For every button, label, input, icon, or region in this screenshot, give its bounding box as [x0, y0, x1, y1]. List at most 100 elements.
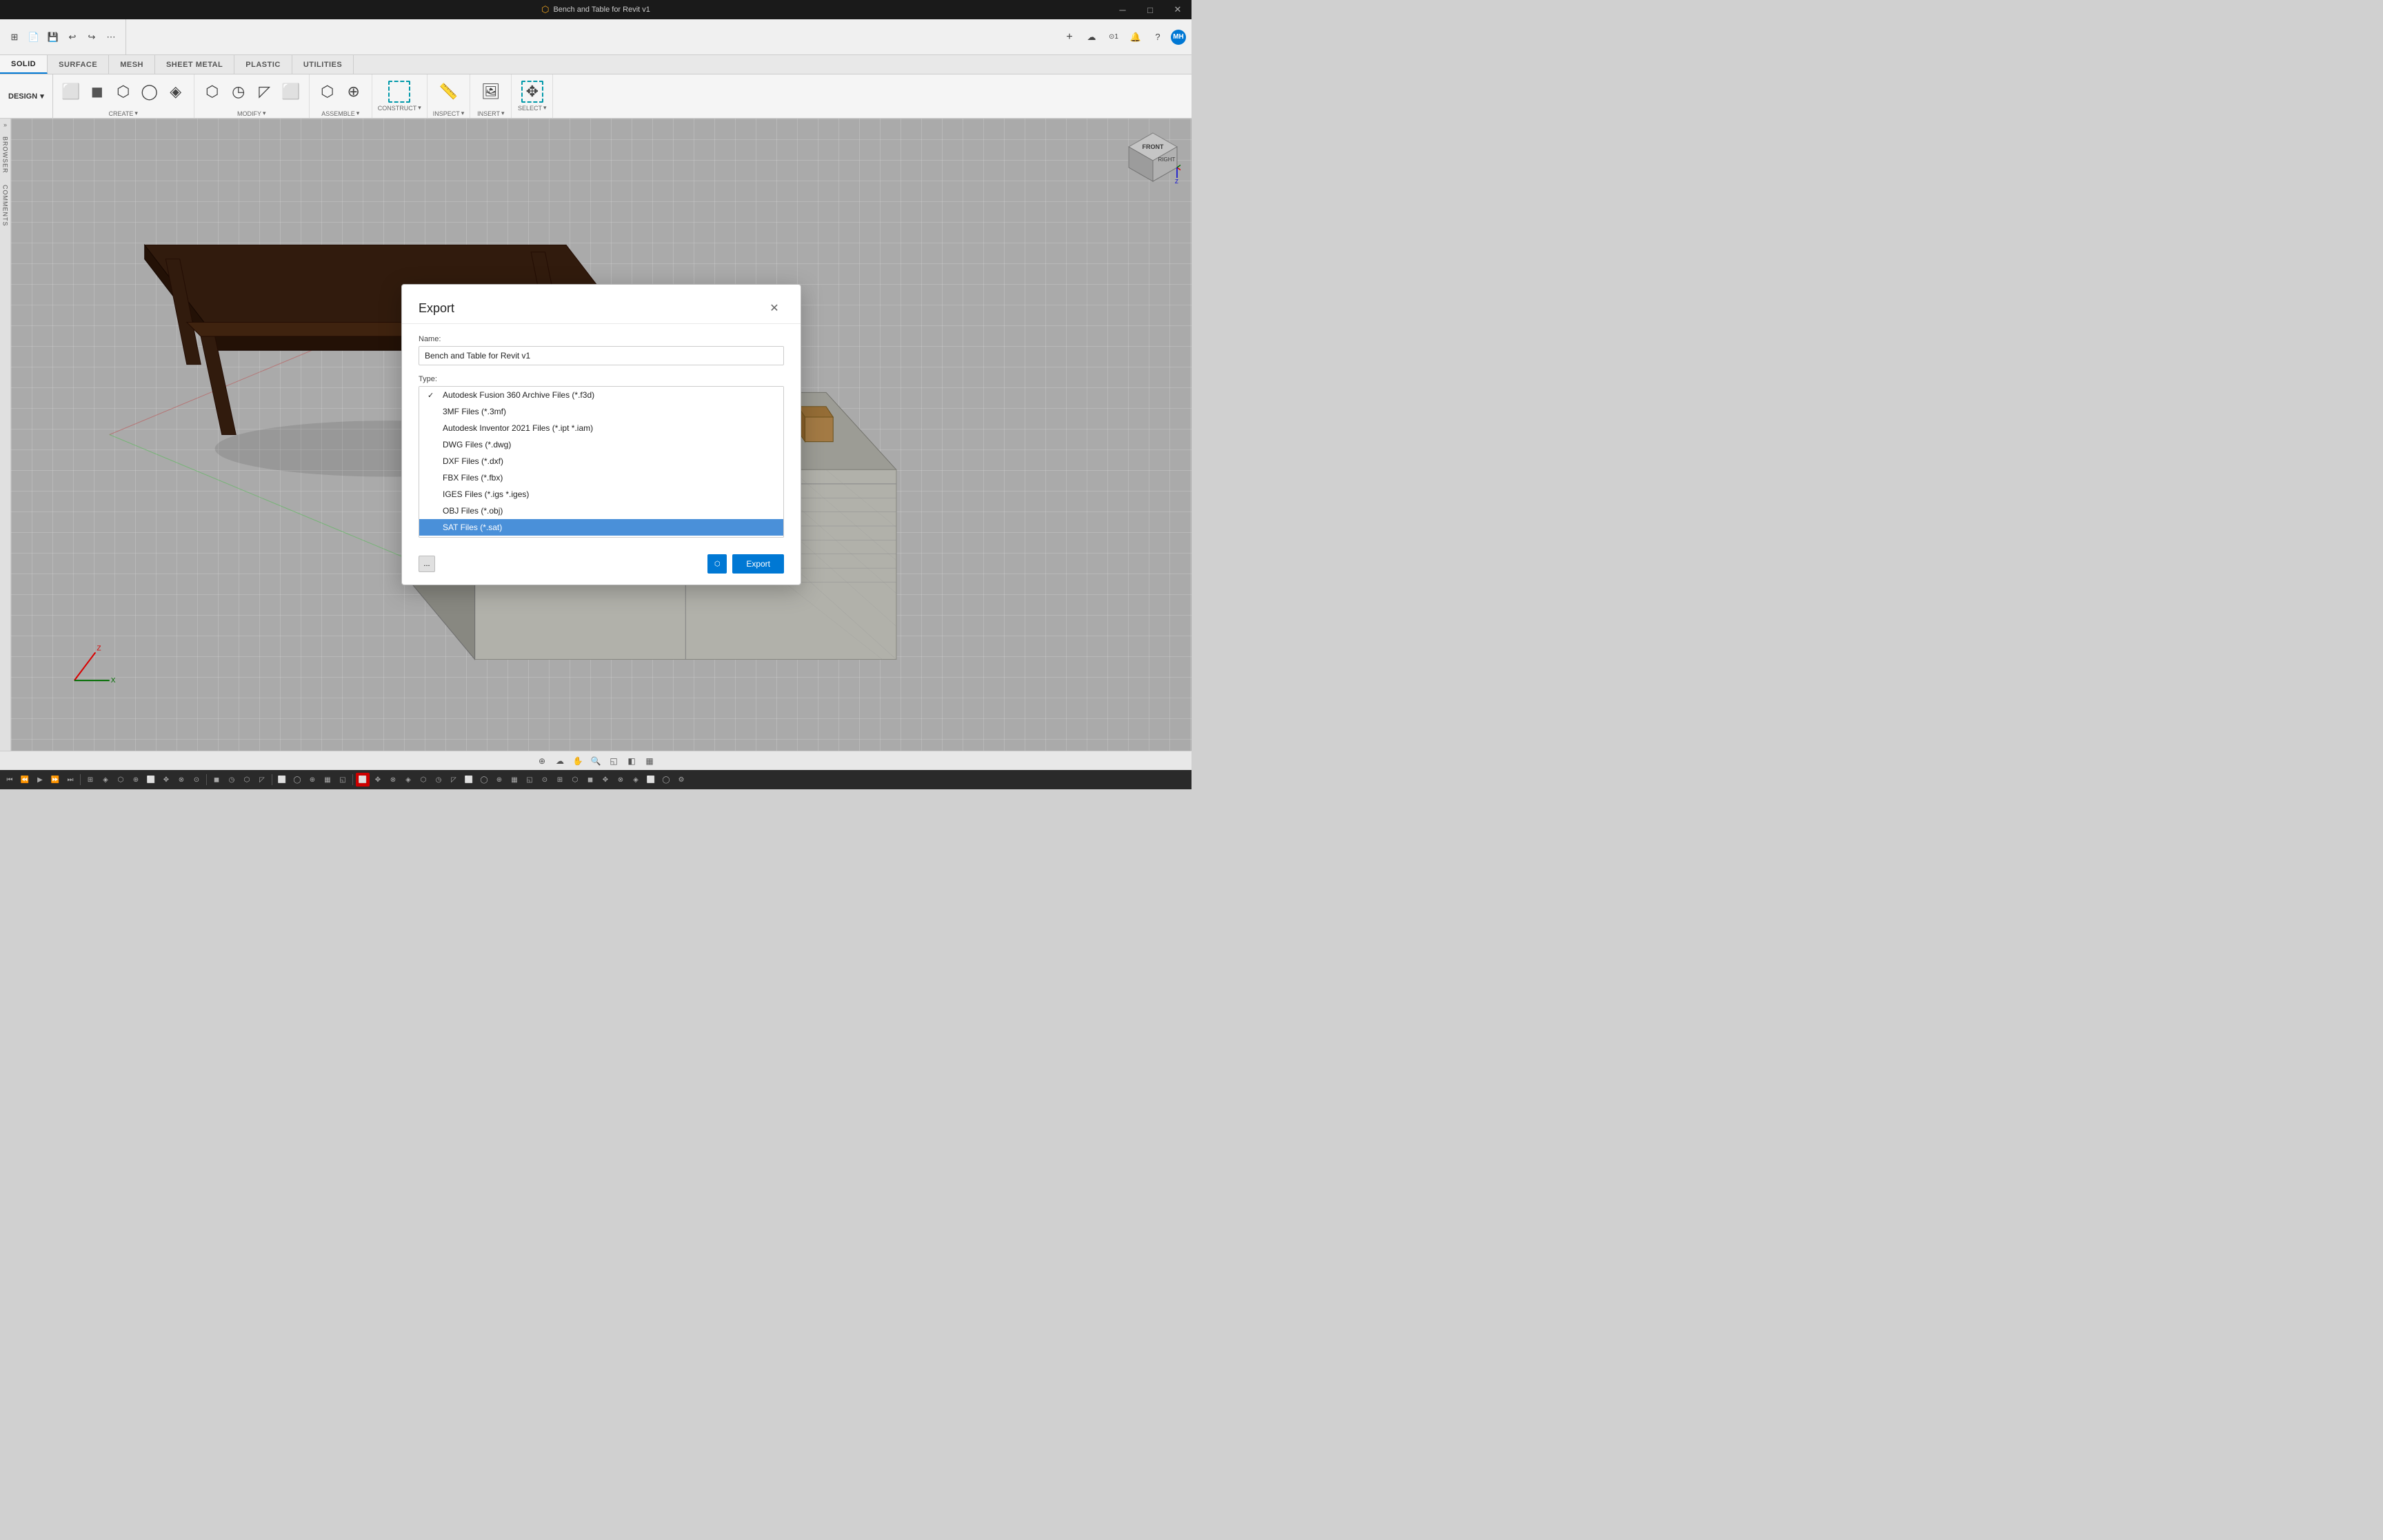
tab-utilities[interactable]: UTILITIES: [292, 55, 354, 74]
fillet-tool[interactable]: ◷: [226, 75, 251, 108]
cloud-button[interactable]: ☁: [1083, 28, 1100, 46]
sweep-tool[interactable]: ◯: [137, 75, 162, 108]
bt-icon-10[interactable]: ◷: [225, 773, 239, 787]
bt-icon-32[interactable]: ◼: [583, 773, 597, 787]
measure-tool[interactable]: 📏: [436, 75, 461, 108]
shell-tool[interactable]: ⬜: [279, 75, 303, 108]
tab-mesh[interactable]: MESH: [109, 55, 155, 74]
bt-icon-20[interactable]: ◈: [401, 773, 415, 787]
design-dropdown[interactable]: DESIGN ▾: [0, 74, 53, 118]
more-button[interactable]: ⋯: [102, 28, 120, 46]
bt-icon-36[interactable]: ⬜: [644, 773, 658, 787]
dialog-close-button[interactable]: ✕: [765, 298, 784, 318]
split-icon[interactable]: ◧: [624, 753, 639, 769]
bt-icon-33[interactable]: ✥: [599, 773, 612, 787]
revolve-tool[interactable]: ⬡: [111, 75, 136, 108]
tab-plastic[interactable]: PLASTIC: [234, 55, 292, 74]
bt-icon-2[interactable]: ◈: [99, 773, 112, 787]
bt-icon-16[interactable]: ▦: [321, 773, 334, 787]
bt-icon-21[interactable]: ⬡: [416, 773, 430, 787]
dropdown-item-7[interactable]: OBJ Files (*.obj): [419, 503, 783, 519]
maximize-button[interactable]: □: [1136, 0, 1164, 19]
user-avatar[interactable]: MH: [1171, 30, 1186, 45]
dropdown-item-1[interactable]: 3MF Files (*.3mf): [419, 403, 783, 420]
bt-icon-13[interactable]: ⬜: [275, 773, 289, 787]
timeline-prev-btn[interactable]: ⏪: [18, 773, 32, 787]
bt-icon-1[interactable]: ⊞: [83, 773, 97, 787]
add-tab-button[interactable]: +: [1060, 28, 1078, 46]
pan-icon[interactable]: ✋: [570, 753, 585, 769]
bt-icon-25[interactable]: ◯: [477, 773, 491, 787]
bt-icon-17[interactable]: ◱: [336, 773, 350, 787]
snap-icon[interactable]: ⊕: [534, 753, 550, 769]
dropdown-item-4[interactable]: DXF Files (*.dxf): [419, 453, 783, 469]
bt-icon-31[interactable]: ⬡: [568, 773, 582, 787]
notifications-button[interactable]: 🔔: [1127, 28, 1145, 46]
bt-icon-9[interactable]: ◼: [210, 773, 223, 787]
tab-surface[interactable]: SURFACE: [48, 55, 109, 74]
zoom-icon[interactable]: 🔍: [588, 753, 603, 769]
bt-icon-active[interactable]: ⬜: [356, 773, 370, 787]
insert-tool[interactable]: 🖼: [479, 75, 503, 108]
press-pull-tool[interactable]: ⬡: [200, 75, 225, 108]
bt-icon-11[interactable]: ⬡: [240, 773, 254, 787]
dropdown-item-6[interactable]: IGES Files (*.igs *.iges): [419, 486, 783, 503]
save-button[interactable]: 💾: [44, 28, 62, 46]
dropdown-item-9[interactable]: SketchUp Files (*.skp): [419, 536, 783, 538]
dropdown-item-0[interactable]: ✓ Autodesk Fusion 360 Archive Files (*.f…: [419, 387, 783, 403]
bt-icon-26[interactable]: ⊕: [492, 773, 506, 787]
cloud-save-icon[interactable]: ☁: [552, 753, 567, 769]
select-tool[interactable]: ✥: [521, 81, 543, 103]
bt-icon-19[interactable]: ⊗: [386, 773, 400, 787]
motion-link-tool[interactable]: ⊕: [341, 75, 366, 108]
bt-icon-12[interactable]: ◸: [255, 773, 269, 787]
timeline-next-btn[interactable]: ⏩: [48, 773, 62, 787]
user-count-button[interactable]: ⊙1: [1105, 28, 1123, 46]
bt-icon-24[interactable]: ⬜: [462, 773, 476, 787]
bt-icon-37[interactable]: ◯: [659, 773, 673, 787]
bt-icon-34[interactable]: ⊗: [614, 773, 627, 787]
export-button[interactable]: Export: [732, 554, 784, 574]
minimize-button[interactable]: ─: [1109, 0, 1136, 19]
dropdown-item-2[interactable]: Autodesk Inventor 2021 Files (*.ipt *.ia…: [419, 420, 783, 436]
plane-tool[interactable]: [388, 81, 410, 103]
name-input[interactable]: [419, 346, 784, 365]
tab-sheet-metal[interactable]: SHEET METAL: [155, 55, 234, 74]
bt-icon-6[interactable]: ✥: [159, 773, 173, 787]
new-component-tool[interactable]: ⬜: [59, 75, 83, 108]
bt-icon-28[interactable]: ◱: [523, 773, 536, 787]
help-button[interactable]: ?: [1149, 28, 1167, 46]
file-button[interactable]: 📄: [25, 28, 43, 46]
bt-icon-35[interactable]: ◈: [629, 773, 643, 787]
loft-tool[interactable]: ◈: [163, 75, 188, 108]
bt-icon-22[interactable]: ◷: [432, 773, 445, 787]
apps-button[interactable]: ⊞: [6, 28, 23, 46]
dropdown-item-8[interactable]: SAT Files (*.sat): [419, 519, 783, 536]
bt-icon-27[interactable]: ▦: [507, 773, 521, 787]
bt-icon-4[interactable]: ⊕: [129, 773, 143, 787]
browser-tab[interactable]: BROWSER: [1, 131, 10, 179]
undo-button[interactable]: ↩: [63, 28, 81, 46]
timeline-end-btn[interactable]: ⏭: [63, 773, 77, 787]
bt-icon-23[interactable]: ◸: [447, 773, 461, 787]
settings-icon[interactable]: ⚙: [674, 773, 688, 787]
extrude-tool[interactable]: ◼: [85, 75, 110, 108]
tab-solid[interactable]: SOLID: [0, 55, 48, 74]
bt-icon-3[interactable]: ⬡: [114, 773, 128, 787]
bt-icon-7[interactable]: ⊗: [174, 773, 188, 787]
comments-tab[interactable]: COMMENTS: [1, 179, 10, 232]
bt-icon-5[interactable]: ⬜: [144, 773, 158, 787]
bt-icon-8[interactable]: ⊙: [190, 773, 203, 787]
redo-button[interactable]: ↪: [83, 28, 101, 46]
joint-tool[interactable]: ⬡: [315, 75, 340, 108]
bt-icon-15[interactable]: ⊕: [305, 773, 319, 787]
close-button[interactable]: ✕: [1164, 0, 1192, 19]
export-color-btn[interactable]: ⬡: [707, 554, 727, 574]
dropdown-item-5[interactable]: FBX Files (*.fbx): [419, 469, 783, 486]
ellipsis-button[interactable]: ...: [419, 556, 435, 572]
timeline-play-btn[interactable]: ▶: [33, 773, 47, 787]
chamfer-tool[interactable]: ◸: [252, 75, 277, 108]
bt-icon-18[interactable]: ✥: [371, 773, 385, 787]
bt-icon-30[interactable]: ⊞: [553, 773, 567, 787]
dropdown-item-3[interactable]: DWG Files (*.dwg): [419, 436, 783, 453]
